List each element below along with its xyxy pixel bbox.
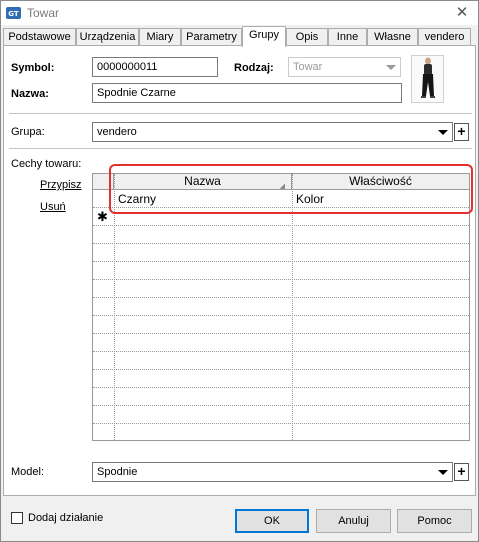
tab-inne[interactable]: Inne — [328, 28, 367, 46]
tab-parametry[interactable]: Parametry — [181, 28, 242, 46]
empty-row — [93, 244, 469, 262]
nazwa-label: Nazwa: — [11, 88, 49, 100]
cancel-button[interactable]: Anuluj — [316, 509, 391, 533]
empty-row — [93, 262, 469, 280]
empty-row — [93, 226, 469, 244]
new-row-asterisk-icon: ✱ — [97, 209, 108, 224]
assign-feature-link[interactable]: Przypisz — [40, 179, 82, 191]
model-label: Model: — [11, 466, 45, 478]
help-button[interactable]: Pomoc — [397, 509, 472, 533]
ok-button[interactable]: OK — [235, 509, 309, 533]
symbol-label: Symbol: — [11, 62, 55, 74]
symbol-field[interactable]: 0000000011 — [92, 57, 218, 77]
empty-row — [93, 316, 469, 334]
empty-row — [93, 388, 469, 406]
gt-logo-icon: GT — [6, 7, 21, 19]
separator — [9, 148, 472, 149]
rodzaj-value: Towar — [293, 61, 323, 73]
cechy-label: Cechy towaru: — [11, 158, 82, 170]
empty-row — [93, 406, 469, 424]
close-icon[interactable]: ✕ — [452, 3, 472, 23]
tab-miary[interactable]: Miary — [139, 28, 181, 46]
grupa-select[interactable]: vendero — [92, 122, 453, 142]
chevron-down-icon — [438, 470, 448, 475]
empty-row — [93, 334, 469, 352]
tab-podstawowe[interactable]: Podstawowe — [3, 28, 76, 46]
empty-row — [93, 280, 469, 298]
title-bar: GT Towar ✕ — [1, 1, 478, 25]
tab-vendero[interactable]: vendero — [418, 28, 471, 46]
add-action-checkbox[interactable] — [11, 512, 23, 524]
add-group-button[interactable]: + — [454, 123, 469, 141]
empty-row — [93, 370, 469, 388]
add-model-button[interactable]: + — [454, 463, 469, 481]
svg-text:GT: GT — [8, 10, 19, 18]
grupa-label: Grupa: — [11, 126, 45, 138]
rodzaj-select: Towar — [288, 57, 401, 77]
remove-feature-link[interactable]: Usuń — [40, 201, 66, 213]
nazwa-field[interactable]: Spodnie Czarne — [92, 83, 402, 103]
empty-row — [93, 352, 469, 370]
tab-opis[interactable]: Opis — [286, 28, 328, 46]
model-select[interactable]: Spodnie — [92, 462, 453, 482]
tab-wlasne[interactable]: Własne — [367, 28, 418, 46]
tab-urzadzenia[interactable]: Urządzenia — [76, 28, 139, 46]
product-photo — [411, 55, 444, 103]
trousers-photo-icon — [421, 57, 435, 98]
tab-grupy[interactable]: Grupy — [242, 26, 286, 47]
chevron-down-icon — [438, 130, 448, 135]
grupa-value: vendero — [97, 126, 137, 138]
empty-row — [93, 424, 469, 440]
model-value: Spodnie — [97, 466, 138, 478]
separator — [9, 113, 472, 114]
add-action-label[interactable]: Dodaj działanie — [28, 512, 103, 524]
product-window: GT Towar ✕ Podstawowe Urządzenia Miary P… — [0, 0, 479, 542]
empty-row — [93, 298, 469, 316]
highlight-annotation — [109, 164, 473, 214]
chevron-down-icon — [386, 65, 396, 70]
window-title: Towar — [27, 6, 60, 20]
rodzaj-label: Rodzaj: — [234, 62, 274, 74]
